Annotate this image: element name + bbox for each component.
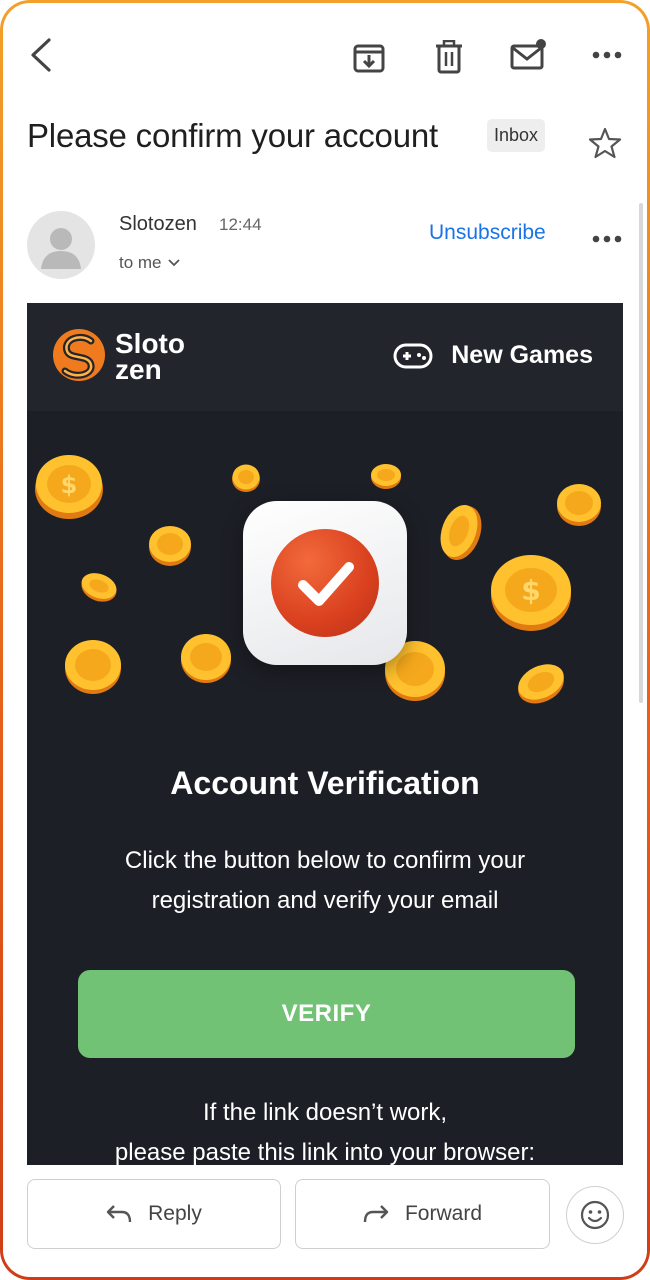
brand-wordmark[interactable]: Sloto zen [115,330,185,385]
coin-icon [232,464,260,492]
forward-button[interactable]: Forward [295,1179,550,1249]
scrollbar[interactable] [639,203,643,703]
message-actions-bar: Reply Forward [3,1173,647,1263]
email-subject: Please confirm your account [27,117,438,154]
device-frame: Please confirm your account Inbox Slotoz… [0,0,650,1280]
trash-icon[interactable] [429,37,469,77]
reply-label: Reply [148,1202,202,1225]
coin-icon [81,573,117,602]
svg-text:$: $ [61,471,78,499]
reply-icon [106,1205,132,1223]
inbox-label-chip[interactable]: Inbox [487,119,546,152]
link-info-line-2: please paste this link into your browser… [114,1139,536,1165]
new-games-label: New Games [451,341,593,369]
verify-button[interactable]: VERIFY [78,970,575,1058]
mail-unread-icon[interactable] [507,35,549,75]
recipient-details-toggle[interactable]: to me [119,253,180,273]
archive-icon[interactable] [349,37,389,77]
coin-icon [65,640,121,694]
sender-row: Slotozen 12:44 to me Unsubscribe [3,199,647,289]
more-horizontal-icon[interactable] [589,43,625,67]
verification-badge [243,501,407,665]
checkmark-icon [271,529,379,637]
description-line-1: Click the button below to confirm your [124,847,526,874]
new-games-link[interactable]: New Games [393,341,593,370]
coin-icon [149,526,191,566]
coin-icon [181,634,231,683]
brand-line-2: zen [115,354,162,385]
star-icon[interactable] [587,125,623,161]
toolbar [3,25,647,85]
subject-row: Please confirm your account Inbox [27,109,627,165]
fallback-link-info: If the link doesn’t work, please paste t… [47,1093,603,1165]
verification-illustration: $ $ [27,411,623,751]
slotozen-logo-icon[interactable] [51,327,107,383]
mail-screen: Please confirm your account Inbox Slotoz… [3,3,647,1277]
link-info-line-1: If the link doesn’t work, [202,1099,448,1126]
coin-icon [518,664,564,704]
coin-icon [557,484,601,526]
coin-icon: $ [35,455,103,519]
unsubscribe-link[interactable]: Unsubscribe [429,221,546,245]
verification-description: Click the button below to confirm your r… [67,841,583,921]
coin-icon [440,504,482,561]
email-brand-header: Sloto zen New Games [27,303,623,411]
sender-avatar[interactable] [27,211,95,279]
smiley-icon [580,1200,610,1230]
gamepad-icon [393,343,433,368]
svg-text:$: $ [521,574,540,607]
reply-button[interactable]: Reply [27,1179,281,1249]
forward-icon [363,1205,389,1223]
recipient-label: to me [119,253,162,272]
forward-label: Forward [404,1202,483,1225]
description-line-2: registration and verify your email [151,887,499,914]
coin-icon [371,464,401,489]
coin-icon: $ [491,555,571,631]
sender-name[interactable]: Slotozen [119,213,197,236]
message-time: 12:44 [219,215,262,234]
verification-heading: Account Verification [170,765,480,801]
emoji-reaction-button[interactable] [566,1186,624,1244]
message-more-icon[interactable] [589,227,625,251]
chevron-down-icon [167,259,180,267]
back-arrow-icon[interactable] [23,33,59,77]
email-body: Sloto zen New Games $ $ Account Verifica… [27,303,623,1165]
